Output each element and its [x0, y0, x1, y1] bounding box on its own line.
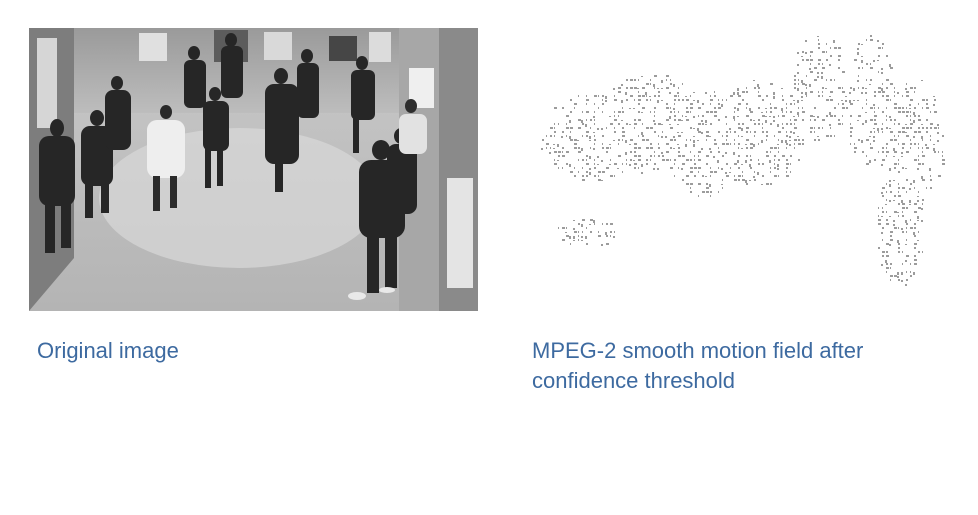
original-image — [29, 28, 478, 311]
motion-field-caption: MPEG-2 smooth motion field after confide… — [532, 338, 864, 393]
motion-field-image — [530, 28, 960, 303]
original-image-caption: Original image — [37, 338, 179, 363]
slide: Original image MPEG-2 smooth motion fiel… — [0, 0, 978, 515]
